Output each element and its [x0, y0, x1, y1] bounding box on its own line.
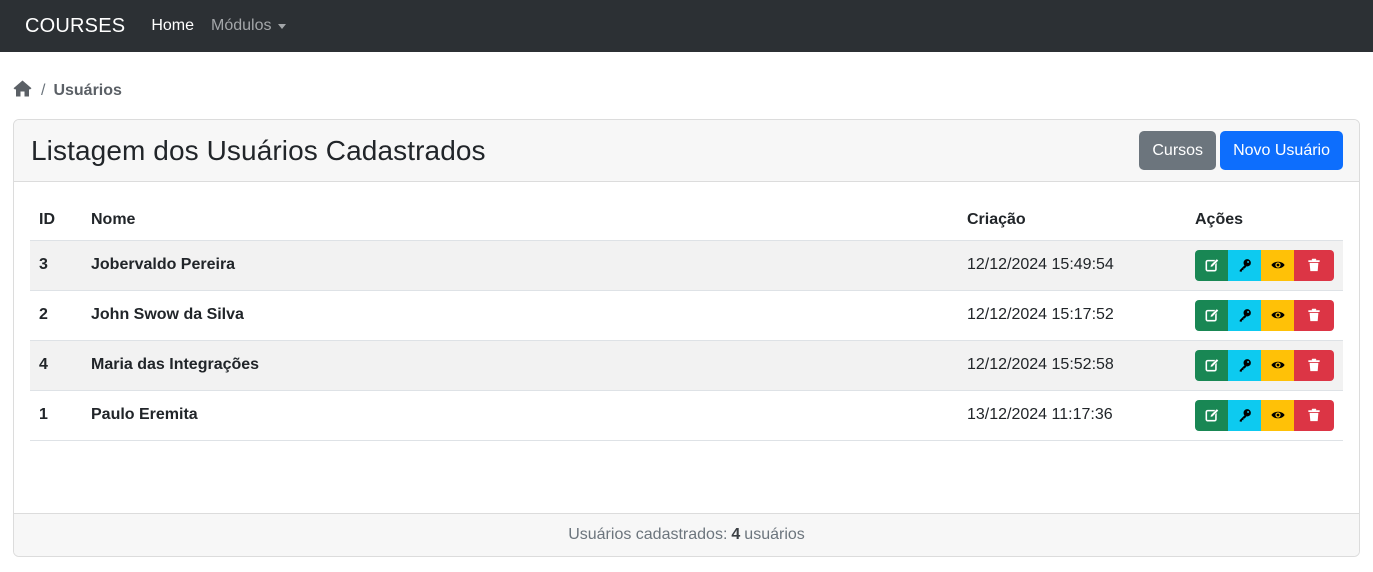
home-icon — [13, 80, 32, 97]
breadcrumb-separator: / — [41, 82, 46, 99]
user-name: Maria das Integrações — [82, 340, 958, 391]
edit-button[interactable] — [1195, 249, 1228, 281]
trash-icon — [1308, 358, 1320, 372]
view-button[interactable] — [1261, 249, 1294, 281]
edit-button[interactable] — [1195, 399, 1228, 431]
view-button[interactable] — [1261, 349, 1294, 381]
edit-icon — [1205, 308, 1219, 322]
table-row: 3 Jobervaldo Pereira 12/12/2024 15:49:54 — [30, 240, 1343, 291]
user-name: Paulo Eremita — [82, 390, 958, 441]
edit-icon — [1205, 258, 1219, 272]
delete-button[interactable] — [1294, 349, 1334, 381]
user-name: John Swow da Silva — [82, 290, 958, 341]
column-header-actions: Ações — [1186, 200, 1343, 241]
edit-icon — [1205, 408, 1219, 422]
key-icon — [1239, 409, 1251, 422]
password-button[interactable] — [1228, 299, 1261, 331]
delete-button[interactable] — [1294, 249, 1334, 281]
table-header-row: ID Nome Criação Ações — [30, 200, 1343, 241]
column-header-id: ID — [30, 200, 82, 241]
eye-icon — [1270, 261, 1285, 269]
delete-button[interactable] — [1294, 299, 1334, 331]
nav-modules-dropdown[interactable]: Módulos — [211, 17, 287, 35]
password-button[interactable] — [1228, 349, 1261, 381]
user-actions-cell — [1186, 240, 1343, 291]
column-header-name: Nome — [82, 200, 958, 241]
eye-icon — [1270, 411, 1285, 419]
edit-button[interactable] — [1195, 299, 1228, 331]
trash-icon — [1308, 408, 1320, 422]
action-buttons — [1195, 399, 1334, 431]
breadcrumb-current: Usuários — [53, 82, 122, 99]
table-row: 1 Paulo Eremita 13/12/2024 11:17:36 — [30, 390, 1343, 441]
trash-icon — [1308, 258, 1320, 272]
table-row: 4 Maria das Integrações 12/12/2024 15:52… — [30, 340, 1343, 391]
view-button[interactable] — [1261, 299, 1294, 331]
page-title: Listagem dos Usuários Cadastrados — [31, 134, 486, 166]
caret-down-icon — [278, 24, 287, 29]
nav-home-link[interactable]: Home — [151, 17, 194, 35]
user-actions-cell — [1186, 390, 1343, 441]
trash-icon — [1308, 308, 1320, 322]
column-header-created: Criação — [958, 200, 1186, 241]
delete-button[interactable] — [1294, 399, 1334, 431]
new-user-button[interactable]: Novo Usuário — [1220, 131, 1343, 170]
user-id: 3 — [30, 240, 82, 291]
user-count: 4 — [731, 526, 741, 543]
edit-button[interactable] — [1195, 349, 1228, 381]
users-card: Listagem dos Usuários Cadastrados Cursos… — [13, 119, 1360, 557]
header-buttons: Cursos Novo Usuário — [1139, 131, 1343, 170]
card-footer: Usuários cadastrados: 4 usuários — [14, 513, 1359, 556]
user-id: 4 — [30, 340, 82, 391]
footer-prefix: Usuários cadastrados: — [568, 526, 728, 543]
key-icon — [1239, 259, 1251, 272]
courses-button[interactable]: Cursos — [1139, 131, 1217, 170]
breadcrumb-home-link[interactable] — [13, 80, 32, 102]
eye-icon — [1270, 311, 1285, 319]
action-buttons — [1195, 349, 1334, 381]
footer-suffix: usuários — [744, 526, 805, 543]
top-navbar: COURSES Home Módulos — [0, 0, 1373, 52]
user-name: Jobervaldo Pereira — [82, 240, 958, 291]
action-buttons — [1195, 299, 1334, 331]
eye-icon — [1270, 361, 1285, 369]
user-id: 1 — [30, 390, 82, 441]
breadcrumb: / Usuários — [13, 80, 122, 102]
user-created: 12/12/2024 15:49:54 — [958, 240, 1186, 291]
edit-icon — [1205, 358, 1219, 372]
password-button[interactable] — [1228, 399, 1261, 431]
card-header: Listagem dos Usuários Cadastrados Cursos… — [14, 120, 1359, 182]
user-actions-cell — [1186, 290, 1343, 341]
password-button[interactable] — [1228, 249, 1261, 281]
table-row: 2 John Swow da Silva 12/12/2024 15:17:52 — [30, 290, 1343, 341]
key-icon — [1239, 309, 1251, 322]
action-buttons — [1195, 249, 1334, 281]
user-created: 12/12/2024 15:52:58 — [958, 340, 1186, 391]
brand-logo[interactable]: COURSES — [25, 15, 125, 38]
view-button[interactable] — [1261, 399, 1294, 431]
user-created: 12/12/2024 15:17:52 — [958, 290, 1186, 341]
users-table: ID Nome Criação Ações 3 Jobervaldo Perei… — [30, 200, 1343, 441]
user-created: 13/12/2024 11:17:36 — [958, 390, 1186, 441]
key-icon — [1239, 359, 1251, 372]
user-actions-cell — [1186, 340, 1343, 391]
nav-modules-label: Módulos — [211, 17, 272, 34]
user-id: 2 — [30, 290, 82, 341]
